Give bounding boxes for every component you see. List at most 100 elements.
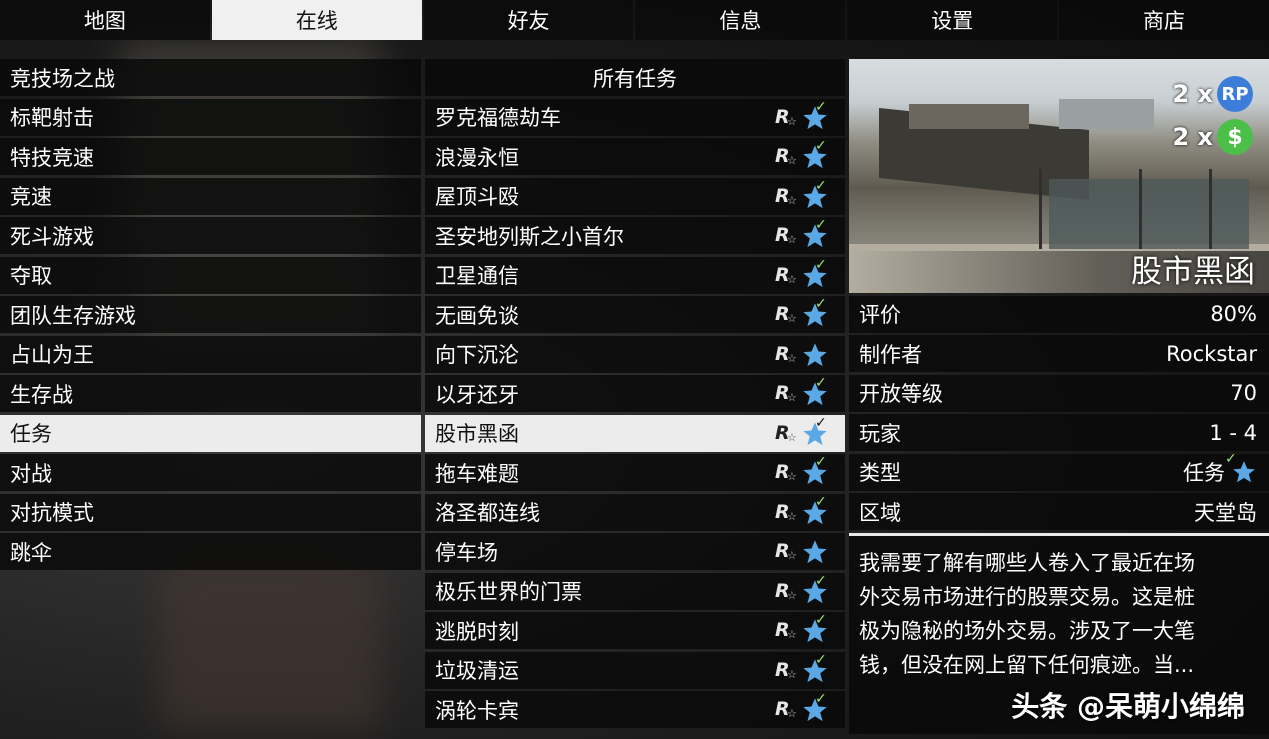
info-row-rating: 评价 80%	[849, 295, 1269, 333]
tab-info[interactable]: 信息	[635, 0, 846, 40]
tab-settings[interactable]: 设置	[847, 0, 1058, 40]
info-row-area: 区域 天堂岛	[849, 493, 1269, 530]
info-row-type: 类型 任务 ✓	[849, 451, 1269, 491]
mission-item[interactable]: 浪漫永恒 R ☆ ✓	[425, 138, 845, 175]
rockstar-star-icon: ☆	[787, 391, 797, 404]
mission-item[interactable]: 洛圣都连线 R ☆ ✓	[425, 493, 845, 531]
cash-icon: $	[1217, 119, 1253, 155]
blue-star-icon	[803, 540, 827, 564]
preview-crane	[1139, 169, 1142, 249]
mission-badges: R ☆ ✓	[775, 573, 835, 607]
check-icon: ✓	[815, 217, 827, 233]
check-icon: ✓	[815, 138, 827, 154]
mission-item[interactable]: 停车场 R ☆	[425, 533, 845, 570]
mission-item-selected[interactable]: 股市黑函 R ☆ ✓	[425, 414, 845, 452]
rockstar-star-icon: ☆	[787, 628, 797, 641]
mission-badges: R ☆ ✓	[775, 138, 835, 172]
category-item[interactable]: 跳伞	[0, 533, 421, 570]
preview-crane	[1209, 169, 1212, 249]
category-item[interactable]: 对抗模式	[0, 493, 421, 531]
mission-badges: R ☆ ✓	[775, 415, 835, 449]
mission-badges: R ☆ ✓	[775, 375, 835, 409]
watermark: 头条 @呆萌小绵绵	[1011, 689, 1245, 723]
mission-badges: R ☆	[775, 340, 835, 370]
mission-item[interactable]: 屋顶斗殴 R ☆ ✓	[425, 177, 845, 215]
check-icon: ✓	[815, 256, 827, 273]
tab-store[interactable]: 商店	[1059, 0, 1269, 40]
mission-item[interactable]: 垃圾清运 R ☆ ✓	[425, 651, 845, 689]
cash-multiplier: 2 x $	[1172, 119, 1253, 155]
rockstar-star-icon: ☆	[787, 509, 797, 523]
mission-item[interactable]: 无画免谈 R ☆ ✓	[425, 296, 845, 333]
category-item[interactable]: 死斗游戏	[0, 217, 421, 254]
mission-badges: R ☆ ✓	[775, 296, 835, 330]
blue-star-check-icon: ✓	[1225, 451, 1257, 485]
mission-badges: R ☆ ✓	[775, 691, 835, 725]
check-icon: ✓	[815, 296, 827, 312]
rockstar-star-icon: ☆	[787, 114, 797, 128]
preview-crane	[1039, 169, 1042, 249]
category-item[interactable]: 生存战	[0, 375, 421, 412]
mission-preview-image: 2 x RP 2 x $ 股市黑函	[849, 59, 1269, 293]
check-icon: ✓	[815, 98, 827, 115]
mission-badges: R ☆ ✓	[775, 612, 835, 646]
info-row-rank: 开放等级 70	[849, 374, 1269, 412]
mission-list-header: 所有任务	[425, 59, 845, 96]
mission-badges: R ☆ ✓	[775, 494, 835, 528]
mission-badges: R ☆	[775, 537, 835, 567]
check-icon: ✓	[815, 414, 827, 431]
mission-badges: R ☆ ✓	[775, 178, 835, 212]
mission-item[interactable]: 拖车难题 R ☆ ✓	[425, 454, 845, 491]
background-blur	[160, 560, 380, 730]
category-item[interactable]: 夺取	[0, 256, 421, 294]
rockstar-star-icon: ☆	[787, 312, 797, 325]
mission-item[interactable]: 逃脱时刻 R ☆ ✓	[425, 612, 845, 649]
rockstar-star-icon: ☆	[787, 667, 797, 681]
rockstar-star-icon: ☆	[787, 707, 797, 720]
mission-badges: R ☆ ✓	[775, 652, 835, 686]
rockstar-star-icon: ☆	[787, 588, 797, 602]
rp-icon: RP	[1217, 76, 1253, 112]
category-item[interactable]: 特技竞速	[0, 138, 421, 175]
check-icon: ✓	[815, 572, 827, 589]
category-item-selected[interactable]: 任务	[0, 414, 421, 452]
check-icon: ✓	[815, 691, 827, 707]
rockstar-star-icon: ☆	[787, 470, 797, 483]
rockstar-star-icon: ☆	[787, 549, 797, 562]
category-item[interactable]: 对战	[0, 454, 421, 491]
tab-online[interactable]: 在线	[211, 0, 422, 40]
mission-badges: R ☆ ✓	[775, 454, 835, 488]
blue-star-icon	[803, 342, 827, 366]
mission-item[interactable]: 罗克福德劫车 R ☆ ✓	[425, 98, 845, 136]
tab-friends[interactable]: 好友	[423, 0, 634, 40]
rockstar-star-icon: ☆	[787, 233, 797, 246]
mission-description: 我需要了解有哪些人卷入了最近在场 外交易市场进行的股票交易。这是桩 极为隐秘的场…	[849, 535, 1269, 734]
mission-item[interactable]: 以牙还牙 R ☆ ✓	[425, 375, 845, 412]
preview-deck	[909, 104, 1029, 129]
preview-container-yard	[1049, 179, 1249, 249]
category-item[interactable]: 标靶射击	[0, 98, 421, 136]
rockstar-star-icon: ☆	[787, 193, 797, 207]
rockstar-star-icon: ☆	[787, 272, 797, 286]
preview-building	[1059, 99, 1154, 129]
check-icon: ✓	[815, 651, 827, 668]
mission-item[interactable]: 圣安地列斯之小首尔 R ☆ ✓	[425, 217, 845, 254]
mission-badges: R ☆ ✓	[775, 257, 835, 291]
mission-list: 所有任务 罗克福德劫车 R ☆ ✓ 浪漫永恒 R ☆ ✓ 屋顶斗殴 R ☆ ✓ 圣安地列斯之小首尔 R ☆ ✓…	[425, 59, 845, 731]
mission-item[interactable]: 极乐世界的门票 R ☆ ✓	[425, 572, 845, 610]
category-item[interactable]: 团队生存游戏	[0, 296, 421, 333]
mission-item[interactable]: 向下沉沦 R ☆	[425, 335, 845, 373]
tab-map[interactable]: 地图	[0, 0, 210, 40]
info-row-players: 玩家 1 - 4	[849, 414, 1269, 451]
category-item[interactable]: 竞速	[0, 177, 421, 215]
rp-multiplier: 2 x RP	[1172, 76, 1253, 112]
mission-badges: R ☆ ✓	[775, 217, 835, 251]
rockstar-star-icon: ☆	[787, 351, 797, 365]
category-item[interactable]: 竞技场之战	[0, 59, 421, 96]
mission-item[interactable]: 卫星通信 R ☆ ✓	[425, 256, 845, 294]
check-icon: ✓	[815, 454, 827, 470]
category-item[interactable]: 占山为王	[0, 335, 421, 373]
mission-item[interactable]: 涡轮卡宾 R ☆ ✓	[425, 691, 845, 728]
check-icon: ✓	[815, 375, 827, 391]
mission-detail-panel: 2 x RP 2 x $ 股市黑函 评价 80% 制作者 Rockstar 开放…	[849, 59, 1269, 734]
